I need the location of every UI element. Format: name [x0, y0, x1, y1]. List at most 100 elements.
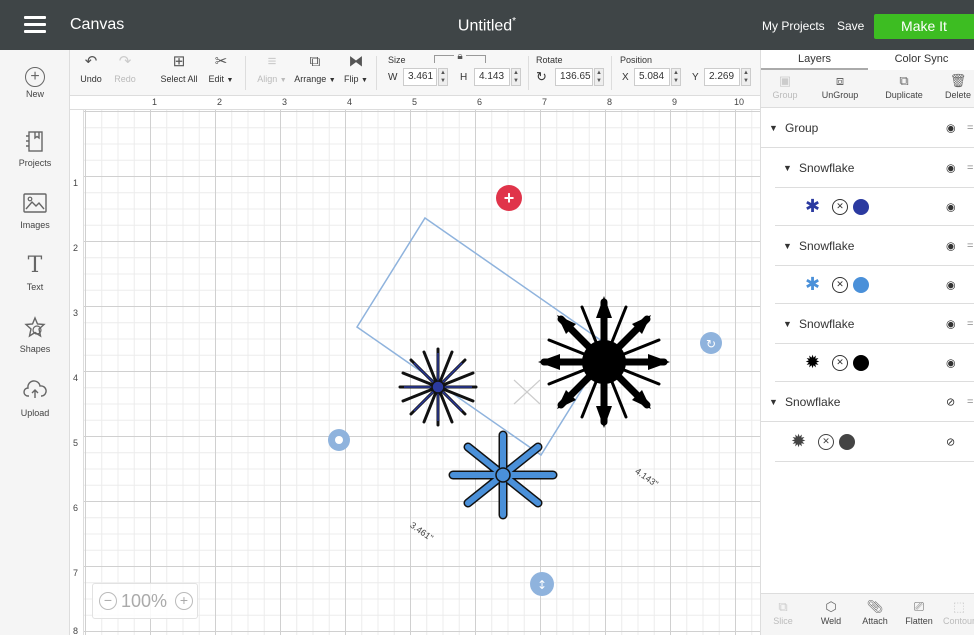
color-swatch[interactable]: [853, 355, 869, 371]
make-it-button[interactable]: Make It: [874, 14, 974, 39]
lock-proportions-handle[interactable]: [328, 429, 350, 451]
design-canvas[interactable]: + ↻ ↕ 3.461" 4.143": [84, 110, 760, 635]
layer-item-row[interactable]: ✱ ✕ ◉: [775, 188, 974, 226]
toolbar-divider: [528, 56, 529, 90]
layer-group-row[interactable]: ▼ Snowflake ◉ =: [775, 148, 974, 188]
delete-button[interactable]: 🗑︎ Delete: [941, 72, 974, 100]
sidebar-item-label: Upload: [20, 408, 50, 418]
snowflake-black[interactable]: [538, 296, 670, 428]
attach-button[interactable]: 📎︎ Attach: [857, 598, 893, 626]
drag-handle-icon[interactable]: =: [967, 122, 973, 134]
arrange-menu-button[interactable]: ⧉ Arrange ▼: [292, 50, 338, 84]
eye-icon[interactable]: ◉: [946, 317, 956, 330]
duplicate-button[interactable]: ⧉ Duplicate: [879, 72, 929, 100]
width-stepper[interactable]: ▲ ▼: [438, 68, 448, 86]
ungroup-label: UnGroup: [821, 90, 859, 100]
document-title-text[interactable]: Untitled: [458, 17, 512, 34]
arrange-icon: ⧉: [309, 53, 321, 70]
x-position-field[interactable]: 5.084: [634, 68, 670, 86]
slice-button[interactable]: ⧉ Slice: [765, 598, 801, 626]
group-button[interactable]: ▣ Group: [765, 72, 805, 100]
rotate-field[interactable]: 136.65: [555, 68, 593, 86]
layer-item-row[interactable]: ✹ ✕ ⊘: [775, 422, 974, 462]
redo-button[interactable]: ↷ Redo: [110, 50, 140, 84]
ruler-tick: 4: [347, 97, 353, 107]
align-menu-button[interactable]: ≡ Align ▼: [254, 50, 290, 84]
ungroup-icon: ⧈: [835, 73, 845, 88]
zoom-out-button[interactable]: −: [99, 592, 117, 610]
layer-group-row[interactable]: ▼ Group ◉ =: [761, 108, 974, 148]
width-field[interactable]: 3.461: [403, 68, 437, 86]
drag-handle-icon[interactable]: =: [967, 318, 973, 330]
rotate-stepper[interactable]: ▲ ▼: [594, 68, 604, 86]
color-swatch[interactable]: [853, 277, 869, 293]
eye-icon[interactable]: ◉: [946, 161, 956, 174]
y-position-field[interactable]: 2.269: [704, 68, 740, 86]
color-swatch[interactable]: [853, 199, 869, 215]
y-position-stepper[interactable]: ▲ ▼: [741, 68, 751, 86]
toolbar-divider: [611, 56, 612, 90]
save-link[interactable]: Save: [837, 19, 864, 33]
contour-button[interactable]: ⬚ Contour: [943, 598, 974, 626]
color-swatch[interactable]: [839, 434, 855, 450]
delete-handle[interactable]: +: [496, 185, 522, 211]
sidebar-item-new[interactable]: + New: [0, 67, 70, 99]
layer-item-row[interactable]: ✱ ✕ ◉: [775, 266, 974, 304]
group-label: Group: [772, 90, 798, 100]
eye-icon[interactable]: ◉: [946, 121, 956, 134]
edit-menu-button[interactable]: ✂ Edit ▼: [204, 50, 238, 84]
layer-item-row[interactable]: ✹ ✕ ◉: [775, 344, 974, 382]
y-label: Y: [692, 72, 699, 83]
expand-triangle-icon: ▼: [769, 396, 778, 407]
eye-icon[interactable]: ◉: [946, 239, 956, 252]
layer-actions-bar: ▣ Group ⧈ UnGroup ⧉ Duplicate 🗑︎ Delete: [761, 70, 974, 108]
flatten-button[interactable]: ⎚ Flatten: [899, 598, 939, 626]
lock-icon[interactable]: 🔒︎: [454, 51, 466, 63]
layer-group-label: Snowflake: [799, 238, 855, 253]
layer-group-row[interactable]: ▼ Snowflake ◉ =: [775, 226, 974, 266]
select-all-button[interactable]: ⊞ Select All: [156, 50, 202, 84]
sidebar-item-images[interactable]: Images: [0, 192, 70, 230]
sidebar-item-shapes[interactable]: Shapes: [0, 316, 70, 354]
drag-handle-icon[interactable]: =: [967, 240, 973, 252]
eye-hidden-icon[interactable]: ⊘: [946, 395, 955, 408]
top-bar: Canvas Untitled* My Projects Save Make I…: [0, 0, 974, 50]
sidebar-item-text[interactable]: T Text: [0, 254, 70, 293]
ungroup-button[interactable]: ⧈ UnGroup: [815, 72, 865, 100]
height-stepper[interactable]: ▲ ▼: [511, 68, 521, 86]
ruler-tick: 7: [73, 568, 79, 578]
sidebar-item-upload[interactable]: Upload: [0, 380, 70, 418]
snowflake-light-blue[interactable]: [448, 430, 558, 520]
hamburger-menu-icon[interactable]: [24, 16, 46, 34]
eye-icon[interactable]: ◉: [946, 356, 956, 369]
drag-handle-icon[interactable]: =: [967, 162, 973, 174]
cut-knife-icon: ✕: [832, 199, 848, 215]
upload-cloud-icon: [22, 380, 48, 406]
resize-handle[interactable]: ↕: [530, 572, 554, 596]
flip-menu-button[interactable]: ⧓ Flip ▼: [342, 50, 370, 84]
layer-group-row-hidden[interactable]: ▼ Snowflake ⊘ =: [761, 382, 974, 422]
zoom-in-button[interactable]: +: [175, 592, 193, 610]
layer-group-label: Snowflake: [799, 316, 855, 331]
undo-button[interactable]: ↶ Undo: [76, 50, 106, 84]
layer-bottom-actions: ⧉ Slice ⬡ Weld 📎︎ Attach ⎚ Flatten ⬚ Con…: [761, 593, 974, 635]
rotate-handle[interactable]: ↻: [700, 332, 722, 354]
eye-icon[interactable]: ◉: [946, 278, 956, 291]
selection-bounding-box[interactable]: [355, 216, 611, 457]
ruler-tick: 5: [73, 438, 79, 448]
drag-handle-icon[interactable]: =: [967, 396, 973, 408]
x-position-stepper[interactable]: ▲ ▼: [671, 68, 681, 86]
sidebar-item-projects[interactable]: Projects: [0, 130, 70, 168]
redo-label: Redo: [114, 74, 136, 84]
weld-button[interactable]: ⬡ Weld: [813, 598, 849, 626]
left-sidebar: + New Projects Images T Text Shapes Uplo…: [0, 50, 70, 635]
snowflake-dark-blue[interactable]: [398, 347, 478, 427]
eye-icon[interactable]: ◉: [946, 200, 956, 213]
height-field[interactable]: 4.143: [474, 68, 510, 86]
layer-group-row[interactable]: ▼ Snowflake ◉ =: [775, 304, 974, 344]
eye-hidden-icon[interactable]: ⊘: [946, 435, 955, 448]
align-label: Align: [257, 74, 278, 84]
my-projects-link[interactable]: My Projects: [762, 19, 825, 33]
tab-color-sync[interactable]: Color Sync: [868, 50, 974, 70]
tab-layers[interactable]: Layers: [761, 50, 868, 70]
